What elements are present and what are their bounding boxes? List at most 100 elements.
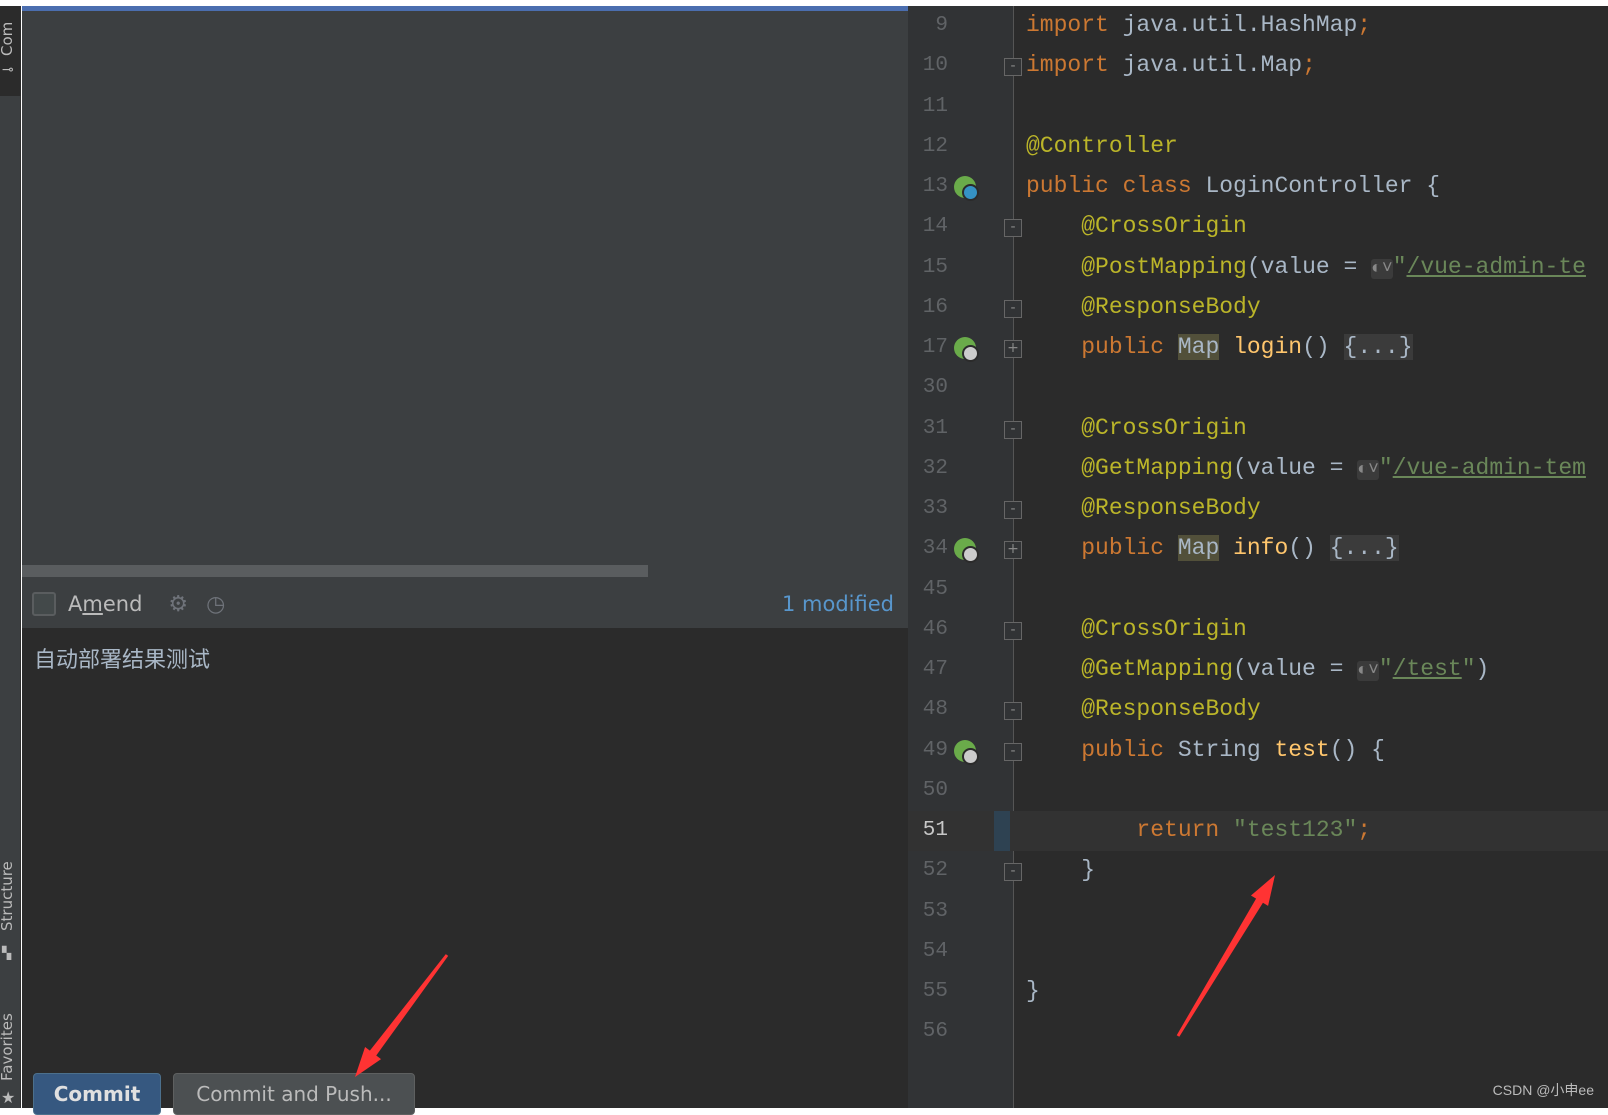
code-token: @CrossOrigin — [1081, 213, 1247, 240]
fold-toggle-icon[interactable]: - — [1004, 863, 1022, 882]
code-line[interactable]: 47 @GetMapping(value = ◐˅"/test") — [908, 650, 1608, 690]
code-line[interactable]: 53 — [908, 892, 1608, 932]
code-line[interactable]: 16 - @ResponseBody — [908, 288, 1608, 328]
spring-endpoint-icon[interactable] — [954, 538, 979, 564]
code-token[interactable]: /test — [1393, 656, 1462, 682]
line-number: 55 — [922, 980, 948, 1003]
code-line[interactable]: 48 - @ResponseBody — [908, 690, 1608, 730]
code-line[interactable]: 32 @GetMapping(value = ◐˅"/vue-admin-tem — [908, 449, 1608, 489]
code-text: } — [1026, 857, 1095, 883]
commit-and-push-button[interactable]: Commit and Push... — [173, 1073, 415, 1115]
code-line[interactable]: 14 - @CrossOrigin — [908, 207, 1608, 247]
fold-toggle-icon[interactable]: - — [1004, 299, 1022, 318]
code-text: @GetMapping(value = ◐˅"/test") — [1026, 656, 1489, 682]
code-line[interactable]: 9 import java.util.HashMap; — [908, 6, 1608, 46]
code-line[interactable]: 55} — [908, 972, 1608, 1012]
code-line[interactable]: 10 - import java.util.Map; — [908, 46, 1608, 86]
commit-options-row: Amend ⚙ ◷ 1 modified — [22, 580, 908, 628]
commit-tool-tab[interactable]: Com ⊸ — [0, 6, 21, 96]
code-line[interactable]: 52 - } — [908, 851, 1608, 891]
clock-icon[interactable]: ◷ — [206, 592, 225, 617]
code-line[interactable]: 11 — [908, 87, 1608, 127]
amend-checkbox[interactable] — [32, 592, 56, 616]
commit-icon: ⊸ — [2, 62, 14, 78]
code-text: public Map info() {...} — [1026, 535, 1399, 562]
code-line[interactable]: 51 return "test123"; — [908, 811, 1608, 851]
left-tool-strip: Com ⊸ Structure ▚ Favorites ★ — [0, 6, 21, 1108]
code-editor[interactable]: 9 import java.util.HashMap; 10- import java… — [908, 6, 1608, 1108]
code-token[interactable]: {...} — [1343, 334, 1413, 360]
line-number: 47 — [922, 658, 948, 681]
amend-label[interactable]: Amend — [68, 592, 142, 616]
code-text: @CrossOrigin — [1026, 415, 1247, 441]
code-token: @GetMapping — [1081, 454, 1234, 481]
fold-toggle-icon[interactable]: - — [1004, 742, 1022, 761]
code-token: java.util.Map — [1108, 52, 1303, 79]
code-text: import java.util.Map; — [1026, 52, 1316, 78]
line-number: 45 — [922, 577, 948, 601]
code-line[interactable]: 15 @PostMapping(value = ◐˅"/vue-admin-te — [908, 248, 1608, 288]
fold-toggle-icon[interactable]: - — [1004, 501, 1022, 519]
code-token: @Controller — [1026, 132, 1178, 159]
code-line[interactable]: 34 + public Map info() {...} — [908, 529, 1608, 569]
code-line[interactable]: 56 — [908, 1012, 1608, 1052]
code-line[interactable]: 45 — [908, 570, 1608, 610]
code-text: import java.util.HashMap; — [1026, 12, 1371, 38]
code-text: public class LoginController { — [1026, 173, 1440, 199]
fold-toggle-icon[interactable]: - — [1004, 58, 1022, 77]
line-number: 49 — [922, 738, 948, 762]
code-token: " — [1378, 454, 1393, 481]
code-line[interactable]: 30 — [908, 368, 1608, 408]
amend-label-mnemonic: m — [82, 592, 103, 616]
change-marker[interactable] — [994, 811, 1010, 851]
code-token: } — [1026, 857, 1096, 884]
code-line[interactable]: 46 - @CrossOrigin — [908, 610, 1608, 650]
code-token[interactable]: {...} — [1329, 535, 1399, 562]
globe-icon[interactable]: ◐˅ — [1357, 661, 1379, 681]
globe-icon[interactable]: ◐˅ — [1371, 258, 1393, 279]
code-token[interactable]: /vue-admin-te — [1407, 254, 1586, 280]
code-token: () — [1288, 535, 1330, 562]
gear-icon[interactable]: ⚙ — [168, 592, 188, 617]
code-token[interactable]: /vue-admin-tem — [1393, 455, 1586, 481]
code-line[interactable]: 31 - @CrossOrigin — [908, 409, 1608, 449]
fold-toggle-icon[interactable]: + — [1004, 340, 1022, 358]
line-number: 56 — [922, 1020, 948, 1044]
commit-message-input[interactable]: 自动部署结果测试 — [22, 628, 908, 1108]
fold-toggle-icon[interactable]: - — [1004, 420, 1022, 439]
code-text: @Controller — [1026, 133, 1178, 159]
line-number: 12 — [922, 134, 948, 158]
horizontal-scrollbar[interactable] — [22, 565, 648, 577]
code-line[interactable]: 17 + public Map login() {...} — [908, 328, 1608, 368]
fold-toggle-icon[interactable]: + — [1004, 541, 1022, 560]
fold-toggle-icon[interactable]: - — [1004, 621, 1022, 640]
code-line[interactable]: 13 public class LoginController { — [908, 167, 1608, 207]
spring-endpoint-icon[interactable] — [954, 337, 979, 362]
fold-toggle-icon[interactable]: - — [1004, 219, 1022, 238]
fold-toggle-icon[interactable]: - — [1004, 702, 1022, 721]
globe-icon[interactable]: ◐˅ — [1357, 459, 1379, 480]
amend-label-a: A — [68, 592, 83, 616]
code-line[interactable]: 12 @Controller — [908, 127, 1608, 167]
code-line[interactable]: 49 - public String test() { — [908, 731, 1608, 771]
spring-endpoint-icon[interactable] — [954, 739, 979, 765]
code-token: info — [1233, 535, 1289, 562]
code-line[interactable]: 33 - @ResponseBody — [908, 489, 1608, 529]
spring-bean-class-icon[interactable] — [954, 176, 979, 201]
commit-panel: Amend ⚙ ◷ 1 modified 自动部署结果测试 Commit Com… — [22, 6, 908, 1115]
code-token: Map — [1177, 535, 1220, 562]
code-text: @ResponseBody — [1026, 495, 1260, 521]
code-token: ; — [1357, 817, 1372, 843]
code-line[interactable]: 50 — [908, 771, 1608, 811]
modified-count-link[interactable]: 1 modified — [782, 592, 894, 616]
amend-label-rest: end — [102, 592, 143, 616]
commit-button[interactable]: Commit — [33, 1073, 161, 1115]
code-line[interactable]: 54 — [908, 932, 1608, 972]
code-token: login — [1233, 334, 1303, 360]
panel-focus-bar — [22, 6, 908, 11]
